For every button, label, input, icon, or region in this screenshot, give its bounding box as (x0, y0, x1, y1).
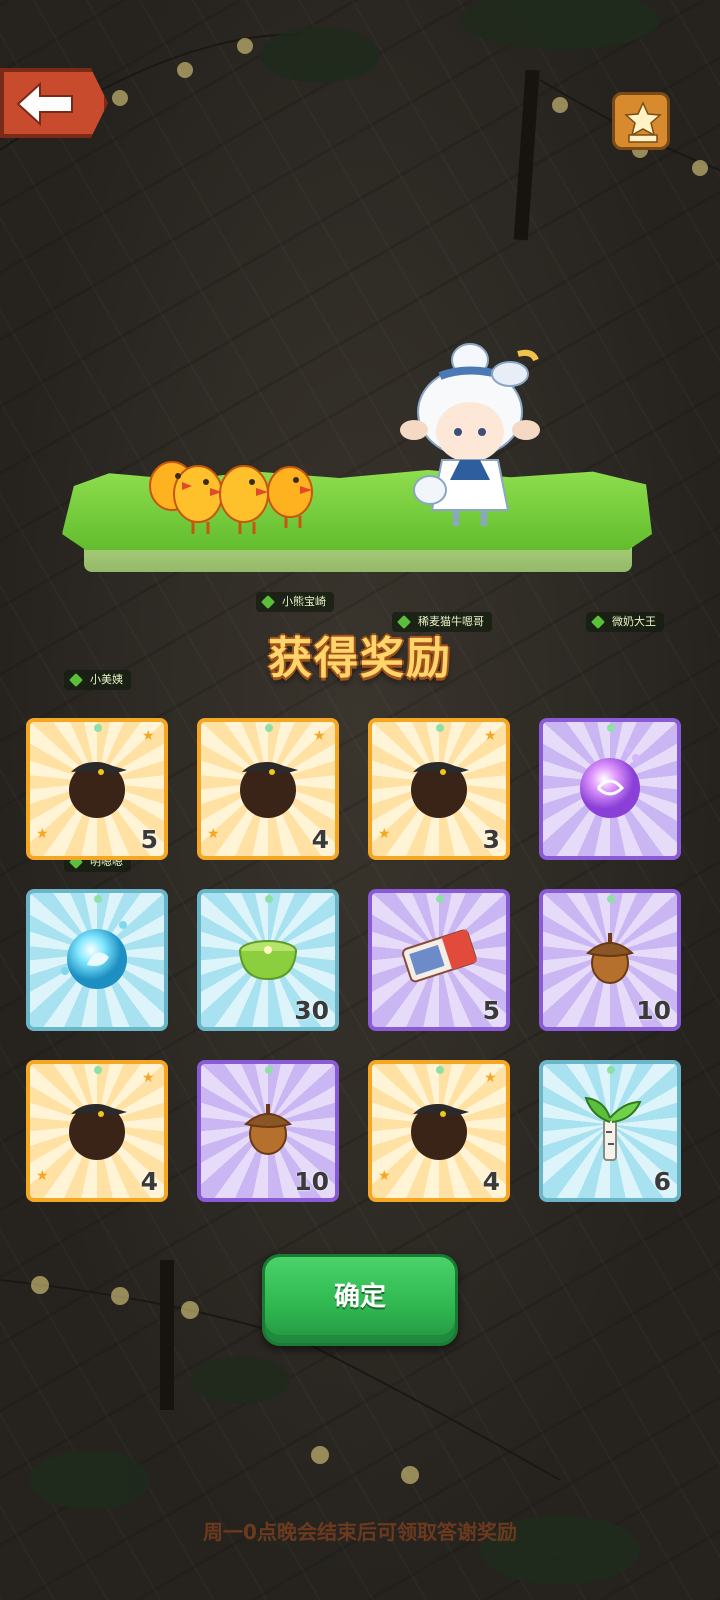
reward-card[interactable]: 6 (539, 1060, 681, 1202)
reward-count: 4 (482, 1167, 500, 1196)
reward-card[interactable]: 30 (197, 889, 339, 1031)
reward-card[interactable]: ★ ★ 4 (368, 1060, 510, 1202)
blue-orb-icon (61, 921, 127, 989)
reward-card[interactable]: 5 (368, 889, 510, 1031)
black-chick-icon (69, 762, 127, 818)
reward-card[interactable]: ★ ★ 3 (368, 718, 510, 860)
reward-card[interactable]: ★ ★ 5 (26, 718, 168, 860)
green-soup-bowl-icon (239, 940, 297, 981)
reward-count: 3 (482, 825, 500, 854)
reward-count: 10 (636, 996, 671, 1025)
reward-count: 4 (311, 825, 329, 854)
reward-card[interactable] (539, 718, 681, 860)
reward-card[interactable] (26, 889, 168, 1031)
reward-count: 5 (140, 825, 158, 854)
reward-card[interactable]: ★ ★ 4 (197, 718, 339, 860)
black-chick-icon (240, 762, 298, 818)
black-chick-icon (411, 1104, 469, 1160)
ticket-icon (402, 929, 477, 983)
ranking-button[interactable] (612, 92, 670, 150)
reward-card[interactable]: 10 (539, 889, 681, 1031)
reward-title: 获得奖励 (268, 633, 452, 684)
reward-count: 10 (294, 1167, 329, 1196)
black-chick-icon (69, 1104, 127, 1160)
reward-count: 6 (653, 1167, 671, 1196)
reward-count: 30 (294, 996, 329, 1025)
player-name-tag: 小熊宝崎 (256, 592, 334, 612)
sheep-girl-character (400, 343, 540, 526)
podium-star-icon (624, 101, 662, 143)
reward-card[interactable]: 10 (197, 1060, 339, 1202)
back-button[interactable] (0, 68, 108, 138)
footer-hint: 周一0点晚会结束后可领取答谢奖励 (203, 1520, 517, 1544)
reward-count: 5 (482, 996, 500, 1025)
reward-count: 4 (140, 1167, 158, 1196)
birch-sapling-icon (584, 1096, 642, 1161)
black-chick-icon (411, 762, 469, 818)
reward-grid: ★ ★ 5 ★ ★ 4 ★ ★ 3 30 5 10 ★ ★ 4 10 ★ ★ 4… (26, 718, 694, 1208)
confirm-button[interactable]: 确定 (262, 1254, 458, 1346)
acorn-icon (243, 1104, 293, 1155)
reward-card[interactable]: ★ ★ 4 (26, 1060, 168, 1202)
back-arrow-icon (16, 82, 73, 126)
acorn-icon (585, 933, 635, 984)
yellow-chicks-icon (149, 461, 313, 534)
purple-orb-icon (580, 747, 640, 818)
